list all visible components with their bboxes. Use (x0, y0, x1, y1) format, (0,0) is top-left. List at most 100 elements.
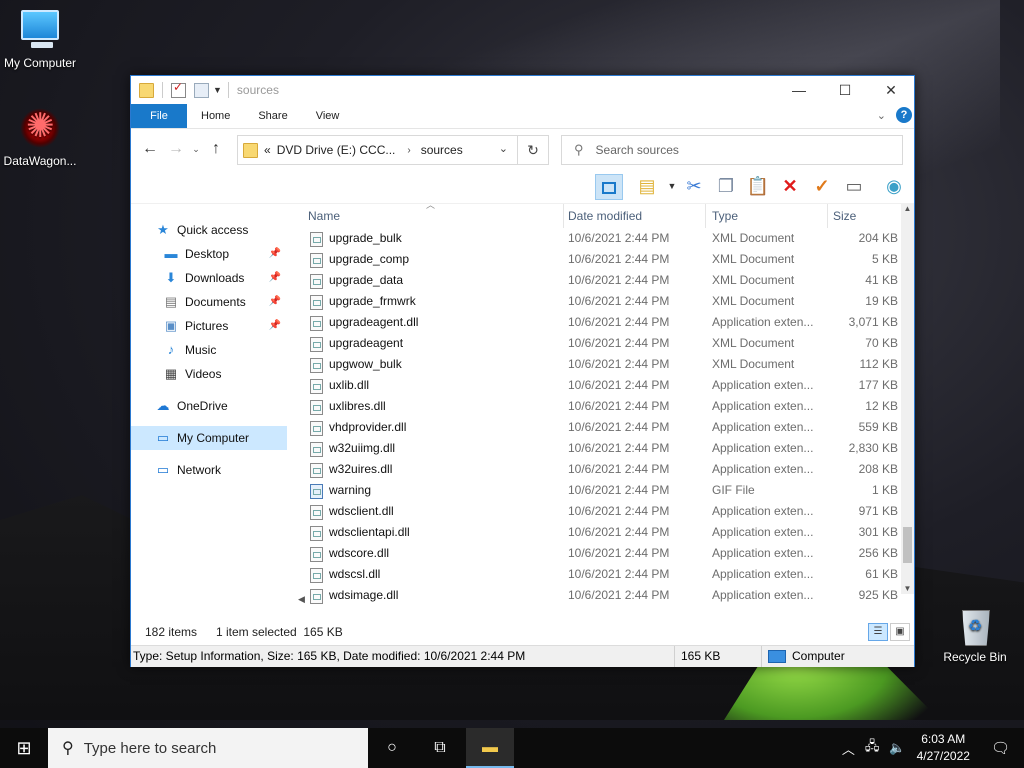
preview-pane-button[interactable] (595, 174, 623, 200)
table-row[interactable]: warning 10/6/2021 2:44 PM GIF File 1 KB (296, 480, 901, 501)
nav-item-documents[interactable]: ▤ Documents 📌 (163, 290, 285, 314)
new-folder-icon[interactable] (194, 82, 209, 98)
column-headers: ︿ Name Date modified Type Size (296, 204, 901, 228)
system-tray: ︿ 🖧 🔈 6:03 AM 4/27/2022 🗨 (837, 728, 1024, 768)
nav-item-my-computer[interactable]: ▭ My Computer (131, 426, 287, 450)
network-status-icon[interactable]: 🖧 (865, 737, 880, 759)
table-row[interactable]: wdsclient.dll 10/6/2021 2:44 PM Applicatio… (296, 501, 901, 522)
tab-file[interactable]: File (131, 104, 187, 128)
file-name: warning (329, 483, 372, 497)
back-button[interactable]: ← (137, 140, 163, 158)
maximize-button[interactable]: ☐ (822, 76, 868, 104)
volume-icon[interactable]: 🔈 (889, 740, 905, 756)
file-icon (310, 421, 323, 436)
large-icons-view-button[interactable]: ▣ (890, 623, 910, 641)
table-row[interactable]: upgradeagent.dll 10/6/2021 2:44 PM Applica… (296, 312, 901, 333)
table-row[interactable]: vhdprovider.dll 10/6/2021 2:44 PM Applicat… (296, 417, 901, 438)
nav-item-onedrive[interactable]: ☁ OneDrive (155, 394, 291, 418)
properties-icon[interactable] (171, 80, 186, 98)
details-view-button[interactable]: ☰ (868, 623, 888, 641)
search-input[interactable]: ⚲ Search sources (561, 135, 903, 165)
chevron-up-icon[interactable]: ︿ (842, 739, 855, 758)
scroll-down-arrow[interactable]: ▼ (901, 584, 914, 593)
task-view-button[interactable]: ⧉ (416, 728, 464, 768)
table-row[interactable]: upgrade_frmwrk 10/6/2021 2:44 PM XML Docum… (296, 291, 901, 312)
tab-home[interactable]: Home (187, 104, 244, 128)
start-button[interactable]: ⊞ (0, 728, 48, 768)
notifications-icon[interactable]: 🗨 (991, 739, 1010, 757)
table-row[interactable]: w32uires.dll 10/6/2021 2:44 PM Application… (296, 459, 901, 480)
title-bar[interactable]: ▼ sources — ☐ ✕ (131, 76, 914, 104)
cut-button[interactable]: ✂ (681, 174, 707, 198)
breadcrumb-sources[interactable]: sources (421, 143, 463, 157)
table-row[interactable]: upgradeagent 10/6/2021 2:44 PM XML Documen… (296, 333, 901, 354)
file-date: 10/6/2021 2:44 PM (568, 357, 670, 371)
recent-locations-button[interactable]: ⌄ (189, 144, 203, 155)
nav-item-pictures[interactable]: ▣ Pictures 📌 (163, 314, 285, 338)
table-row[interactable]: w32uiimg.dll 10/6/2021 2:44 PM Application… (296, 438, 901, 459)
taskbar-search-box[interactable]: ⚲ Type here to search (48, 728, 368, 768)
close-button[interactable]: ✕ (868, 76, 914, 104)
nav-item-network[interactable]: ▭ Network (155, 458, 291, 482)
table-row[interactable]: upgrade_data 10/6/2021 2:44 PM XML Documen… (296, 270, 901, 291)
nav-item-videos[interactable]: ▦ Videos (163, 362, 285, 386)
horizontal-scrollbar[interactable]: ◀ (296, 594, 901, 607)
forward-button[interactable]: → (163, 140, 189, 158)
vertical-scrollbar[interactable]: ▲ ▼ (901, 204, 914, 594)
nav-item-downloads[interactable]: ⬇ Downloads 📌 (163, 266, 285, 290)
scroll-left-arrow[interactable]: ◀ (298, 594, 305, 605)
up-button[interactable]: ↑ (203, 140, 229, 158)
table-row[interactable]: upgrade_comp 10/6/2021 2:44 PM XML Documen… (296, 249, 901, 270)
chevron-right-icon[interactable]: › (407, 145, 410, 156)
table-row[interactable]: wdsclientapi.dll 10/6/2021 2:44 PM Applica… (296, 522, 901, 543)
delete-button[interactable]: ✕ (777, 174, 803, 198)
chevron-down-icon[interactable]: ▼ (213, 85, 222, 95)
expand-ribbon-button[interactable]: ⌄ (877, 109, 886, 122)
file-explorer-taskbar-button[interactable]: ▬ (466, 728, 514, 768)
nav-item-music[interactable]: ♪ Music (163, 338, 285, 362)
nav-item-quick-access[interactable]: ★ Quick access (155, 218, 291, 242)
table-row[interactable]: wdscsl.dll 10/6/2021 2:44 PM Application e… (296, 564, 901, 585)
help-icon[interactable]: ? (896, 107, 912, 123)
table-row[interactable]: uxlib.dll 10/6/2021 2:44 PM Application ex… (296, 375, 901, 396)
desktop-icon-my-computer[interactable]: My Computer (0, 10, 80, 70)
file-date: 10/6/2021 2:44 PM (568, 399, 670, 413)
paste-button[interactable]: 📋 (745, 174, 771, 198)
copy-button[interactable]: ❐ (713, 174, 739, 198)
desktop-icon-recycle-bin[interactable]: Recycle Bin (935, 604, 1015, 664)
file-size-text: 165 KB (674, 646, 720, 667)
table-row[interactable]: uxlibres.dll 10/6/2021 2:44 PM Application… (296, 396, 901, 417)
window-controls: — ☐ ✕ (776, 76, 914, 104)
file-size: 177 KB (858, 378, 898, 392)
file-date: 10/6/2021 2:44 PM (568, 294, 670, 308)
globe-button[interactable]: ◉ (881, 174, 907, 198)
desktop-icon-datawagon[interactable]: DataWagon... (0, 106, 80, 168)
address-bar[interactable]: « DVD Drive (E:) CCC... › sources ⌄ ↻ (237, 135, 549, 165)
refresh-button[interactable]: ↻ (517, 136, 548, 164)
column-header-size[interactable]: Size (827, 204, 901, 228)
breadcrumb-overflow[interactable]: « (264, 143, 271, 157)
new-folder-button[interactable]: ▤ (634, 174, 660, 198)
minimize-button[interactable]: — (776, 76, 822, 104)
cortana-button[interactable]: ○ (368, 728, 416, 768)
table-row[interactable]: wdscore.dll 10/6/2021 2:44 PM Application … (296, 543, 901, 564)
table-row[interactable]: upgwow_bulk 10/6/2021 2:44 PM XML Document… (296, 354, 901, 375)
address-dropdown-button[interactable]: ⌄ (499, 142, 508, 155)
table-row[interactable]: upgrade_bulk 10/6/2021 2:44 PM XML Documen… (296, 228, 901, 249)
rename-button[interactable]: ▭ (841, 174, 867, 198)
column-header-type[interactable]: Type (706, 204, 828, 228)
confirm-button[interactable]: ✓ (809, 174, 835, 198)
computer-icon: ▭ (156, 430, 170, 445)
column-header-date[interactable]: Date modified (562, 204, 706, 228)
column-header-name[interactable]: Name (302, 204, 564, 228)
tab-share[interactable]: Share (244, 104, 301, 128)
breadcrumb-dvd-drive[interactable]: DVD Drive (E:) CCC... (277, 143, 396, 157)
scroll-up-arrow[interactable]: ▲ (901, 204, 914, 213)
clock[interactable]: 6:03 AM 4/27/2022 (917, 731, 970, 765)
scrollbar-thumb[interactable] (903, 527, 912, 563)
nav-item-desktop[interactable]: ▬ Desktop 📌 (163, 242, 285, 266)
search-icon: ⚲ (574, 142, 584, 157)
clock-time: 6:03 AM (921, 732, 966, 746)
file-details-text: Type: Setup Information, Size: 165 KB, D… (133, 649, 526, 663)
tab-view[interactable]: View (302, 104, 354, 128)
